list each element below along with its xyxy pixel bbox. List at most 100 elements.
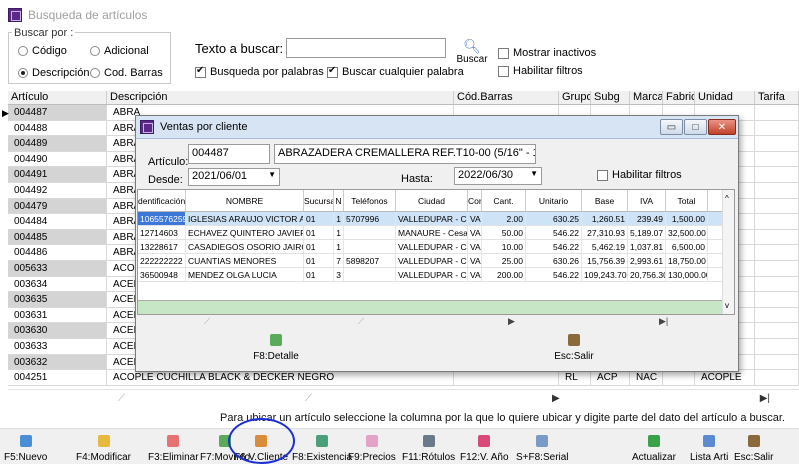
dialog-chk-habilitar-filtros[interactable]: Habilitar filtros bbox=[597, 169, 682, 181]
radio-descripcion[interactable]: Descripción bbox=[18, 67, 89, 79]
table-cell-tarifa bbox=[755, 151, 799, 167]
sales-cell-tel bbox=[344, 268, 396, 281]
toolbar-button-stock[interactable]: F8:Existencia bbox=[292, 429, 352, 465]
table-row[interactable]: 004251 ACOPLE CUCHILLA BLACK & DECKER NEG… bbox=[8, 370, 799, 386]
dropdown-arrow-icon[interactable]: ▼ bbox=[530, 169, 538, 183]
search-by-label: Buscar por : bbox=[12, 27, 76, 39]
radio-cod-barras[interactable]: Cod. Barras bbox=[90, 67, 163, 79]
articulo-desc-field: ABRAZADERA CREMALLERA REF.T10-00 (5/16" … bbox=[274, 144, 536, 164]
search-input[interactable] bbox=[286, 38, 446, 58]
sales-grid-vscroll[interactable]: ^ v bbox=[722, 190, 734, 314]
sales-col-id[interactable]: dentificación bbox=[138, 190, 186, 211]
table-cell-articulo: 004488 bbox=[8, 120, 107, 136]
sales-col-ciudad[interactable]: Ciudad bbox=[396, 190, 468, 211]
checkbox[interactable] bbox=[597, 169, 608, 181]
toolbar-button-print[interactable]: F11:Rótulos bbox=[402, 429, 455, 465]
col-unidad[interactable]: Unidad bbox=[695, 91, 755, 104]
current-row-arrow-icon: ▶ bbox=[2, 108, 9, 118]
checkbox[interactable] bbox=[498, 47, 509, 59]
sales-col-con[interactable]: Con bbox=[468, 190, 482, 211]
sales-cell-ciudad: MANAURE - Cesar bbox=[398, 226, 468, 239]
chk-busqueda-palabras[interactable]: Busqueda por palabras bbox=[195, 65, 324, 78]
chk-habilitar-filtros[interactable]: Habilitar filtros bbox=[498, 65, 583, 77]
detalle-button[interactable]: F8:Detalle bbox=[236, 334, 316, 368]
articulo-code-field[interactable]: 004487 bbox=[188, 144, 270, 164]
sales-row[interactable]: 222222222 CUANTIAS MENORES 01 7 5898207 VALLE… bbox=[138, 254, 734, 268]
sales-col-suc[interactable]: Sucursa bbox=[304, 190, 334, 211]
sales-col-iva[interactable]: IVA bbox=[628, 190, 666, 211]
stock-icon bbox=[316, 435, 329, 447]
toolbar-button-prices[interactable]: F9:Precios bbox=[348, 429, 396, 465]
search-text-label: Texto a buscar: bbox=[195, 41, 284, 56]
table-cell-tarifa bbox=[755, 276, 799, 292]
sales-col-n[interactable]: N bbox=[334, 190, 344, 211]
toolbar-button-refresh[interactable]: Actualizar bbox=[632, 429, 676, 465]
sales-grid-hscroll[interactable]: ⟋ ⟋ ▶ ▶| bbox=[136, 316, 738, 330]
scroll-next-icon[interactable]: ▶ bbox=[508, 316, 515, 327]
minimize-button[interactable]: ▭ bbox=[660, 119, 683, 135]
scroll-next-icon[interactable]: ▶ bbox=[552, 393, 560, 404]
toolbar-button-new[interactable]: F5:Nuevo bbox=[4, 429, 47, 465]
salir-button[interactable]: Esc:Salir bbox=[534, 334, 614, 368]
col-grupo[interactable]: Grupo bbox=[559, 91, 591, 104]
col-descripcion[interactable]: Descripción bbox=[107, 91, 454, 104]
sales-col-base[interactable]: Base bbox=[582, 190, 628, 211]
sales-grid[interactable]: dentificación NOMBRE Sucursa N Teléfonos Ciud… bbox=[137, 189, 735, 315]
scroll-down-icon[interactable]: v bbox=[725, 301, 729, 310]
scroll-up-icon[interactable]: ^ bbox=[725, 194, 729, 203]
checkbox[interactable] bbox=[498, 65, 509, 77]
toolbar-button-edit[interactable]: F4:Modificar bbox=[76, 429, 131, 465]
maximize-button[interactable]: □ bbox=[684, 119, 707, 135]
sales-cell-total: 18,750.00 bbox=[666, 254, 708, 267]
col-tarifa[interactable]: Tarifa bbox=[755, 91, 799, 104]
toolbar-button-year-chart[interactable]: F12:V. Año bbox=[460, 429, 509, 465]
table-cell-articulo: 003633 bbox=[8, 338, 107, 354]
sales-row[interactable]: 13228617 CASADIEGOS OSORIO JAIRO A 01 1 VALL… bbox=[138, 240, 734, 254]
radio-circle[interactable] bbox=[90, 68, 100, 78]
sales-cell-nombre: CUANTIAS MENORES bbox=[186, 254, 304, 267]
col-articulo[interactable]: Artículo bbox=[8, 91, 107, 104]
sales-row[interactable]: 12714603 ECHAVEZ QUINTERO JAVIER 01 1 MANAUR… bbox=[138, 226, 734, 240]
col-cod-barras[interactable]: Cód.Barras bbox=[454, 91, 559, 104]
serial-icon bbox=[536, 435, 549, 447]
toolbar-button-label: Actualizar bbox=[632, 452, 676, 463]
hasta-date-picker[interactable]: 2022/06/30 ▼ bbox=[454, 167, 542, 185]
search-button[interactable]: 🔍︎ Buscar bbox=[455, 38, 489, 78]
sales-col-total[interactable]: Total bbox=[666, 190, 708, 211]
scroll-end-icon[interactable]: ▶| bbox=[659, 316, 668, 327]
toolbar-button-list[interactable]: Lista Arti bbox=[690, 429, 728, 465]
exit-icon bbox=[747, 435, 760, 447]
sales-row[interactable]: 36500948 MENDEZ OLGA LUCIA 01 3 VALLEDUPAR -… bbox=[138, 268, 734, 282]
radio-circle[interactable] bbox=[18, 46, 28, 56]
sales-col-tel[interactable]: Teléfonos bbox=[344, 190, 396, 211]
scroll-left-icon[interactable]: ⟋ bbox=[204, 316, 210, 327]
sales-col-unitario[interactable]: Unitario bbox=[526, 190, 582, 211]
radio-adicional[interactable]: Adicional bbox=[90, 45, 149, 57]
col-marca[interactable]: Marca bbox=[630, 91, 663, 104]
toolbar-button-exit[interactable]: Esc:Salir bbox=[734, 429, 773, 465]
sales-col-cant[interactable]: Cant. bbox=[482, 190, 526, 211]
sales-cell-n: 1 bbox=[334, 212, 344, 225]
scroll-end-icon[interactable]: ▶| bbox=[760, 393, 770, 404]
radio-codigo[interactable]: Código bbox=[18, 45, 67, 57]
checkbox-checked[interactable] bbox=[327, 65, 338, 78]
sales-col-nombre[interactable]: NOMBRE bbox=[186, 190, 304, 211]
toolbar-button-serial[interactable]: S+F8:Serial bbox=[516, 429, 569, 465]
toolbar-button-delete[interactable]: F3:Eliminar bbox=[148, 429, 199, 465]
col-fabrica[interactable]: Fabrica bbox=[663, 91, 695, 104]
scroll-left-icon[interactable]: ⟋ bbox=[118, 393, 125, 404]
grid-scrollbar[interactable]: ⟋ ⟋ ▶ ▶| bbox=[8, 389, 799, 407]
col-subg[interactable]: Subg bbox=[591, 91, 630, 104]
sales-cell-base: 27,310.93 bbox=[582, 226, 628, 239]
scroll-mid-icon: ⟋ bbox=[358, 316, 365, 326]
desde-date-picker[interactable]: 2021/06/01 ▼ bbox=[188, 168, 280, 186]
radio-circle-selected[interactable] bbox=[18, 68, 28, 78]
close-button[interactable]: ✕ bbox=[708, 119, 736, 135]
chk-mostrar-inactivos[interactable]: Mostrar inactivos bbox=[498, 47, 596, 59]
chk-buscar-cualquier[interactable]: Buscar cualquier palabra bbox=[327, 65, 464, 78]
radio-circle[interactable] bbox=[90, 46, 100, 56]
dropdown-arrow-icon[interactable]: ▼ bbox=[268, 170, 276, 184]
checkbox-checked[interactable] bbox=[195, 65, 206, 78]
sales-row[interactable]: 1065576259 IGLESIAS ARAUJO VICTOR AU 01 1 57… bbox=[138, 212, 734, 226]
sales-cell-nombre: MENDEZ OLGA LUCIA bbox=[186, 268, 304, 281]
